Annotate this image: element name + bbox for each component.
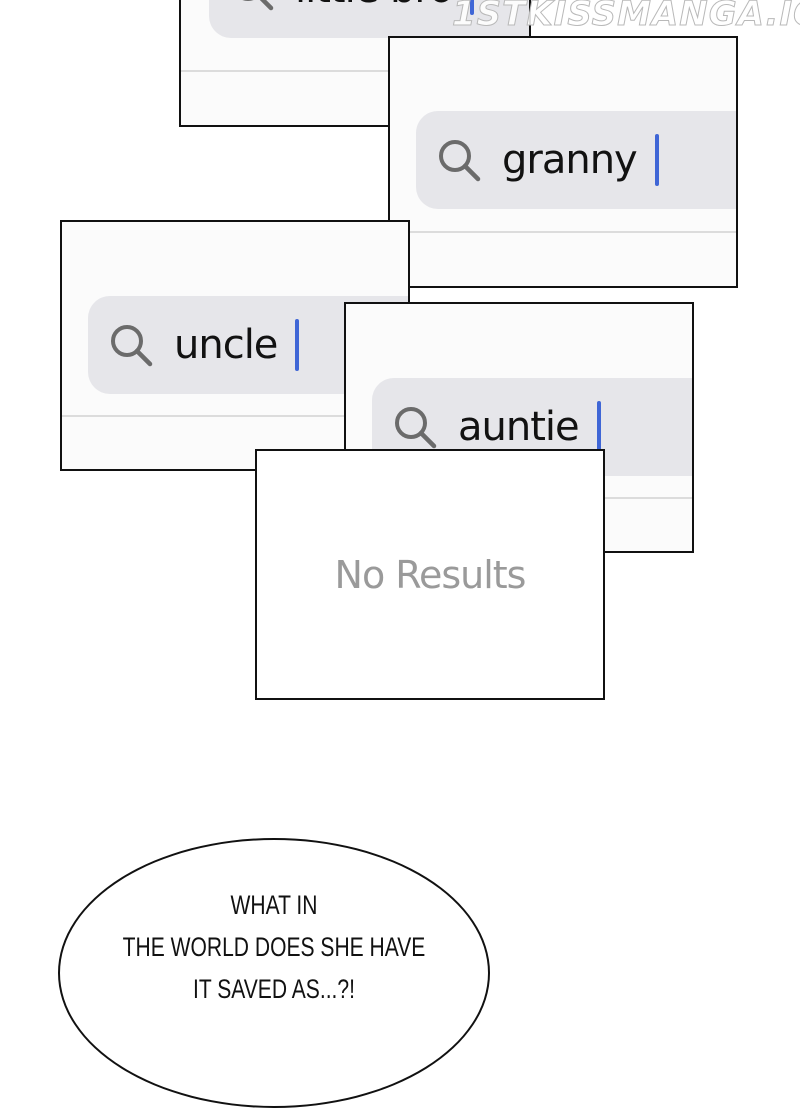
text-caret [654, 134, 659, 186]
speech-line: WHAT IN [230, 890, 318, 920]
watermark: 1STKISSMANGA.IO [451, 0, 800, 35]
search-input[interactable]: little bro [295, 0, 453, 12]
search-icon [439, 140, 481, 182]
text-caret [596, 401, 601, 453]
speech-bubble-text: WHAT IN THE WORLD DOES SHE HAVE IT SAVED… [106, 884, 443, 1010]
search-input[interactable]: uncle [174, 322, 278, 368]
search-icon [242, 0, 274, 11]
no-results-panel: No Results [255, 449, 605, 700]
search-icon [395, 407, 437, 449]
speech-line: IT SAVED AS...?! [193, 974, 355, 1004]
text-caret [295, 319, 300, 371]
search-input[interactable]: auntie [458, 404, 580, 450]
search-bar[interactable]: granny [416, 111, 736, 209]
no-results-message: No Results [334, 552, 527, 597]
speech-line: THE WORLD DOES SHE HAVE [122, 932, 426, 962]
divider [390, 231, 736, 233]
search-panel-granny: granny [388, 36, 738, 288]
search-input[interactable]: granny [502, 137, 638, 183]
search-icon [111, 325, 153, 367]
